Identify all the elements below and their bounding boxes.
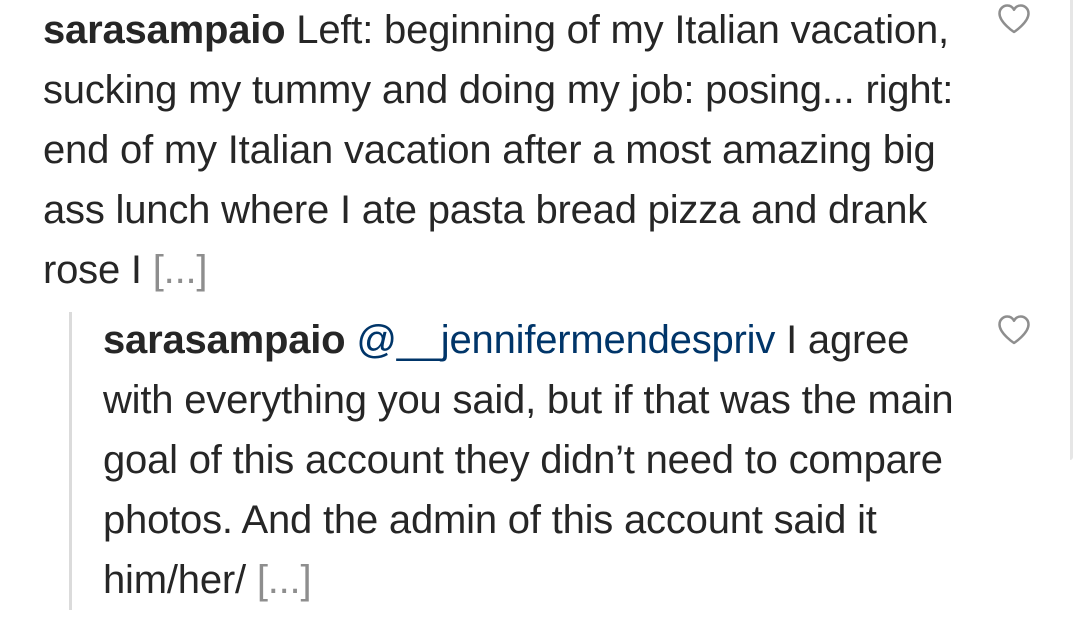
comment-username[interactable]: sarasampaio bbox=[43, 8, 286, 52]
comment: sarasampaio Left: beginning of my Italia… bbox=[43, 0, 973, 300]
reply-username[interactable]: sarasampaio bbox=[103, 318, 346, 362]
heart-icon[interactable] bbox=[997, 3, 1031, 35]
scrollbar[interactable] bbox=[1070, 0, 1080, 460]
more-button[interactable]: [...] bbox=[257, 558, 312, 602]
reply-thread-line bbox=[69, 312, 72, 610]
mention-link[interactable]: @__jennifermendespriv bbox=[356, 318, 775, 362]
scrollbar-track[interactable] bbox=[1070, 0, 1073, 460]
heart-icon[interactable] bbox=[997, 314, 1031, 346]
more-button[interactable]: [...] bbox=[153, 248, 208, 292]
reply-comment: sarasampaio @__jennifermendespriv I agre… bbox=[103, 310, 983, 610]
